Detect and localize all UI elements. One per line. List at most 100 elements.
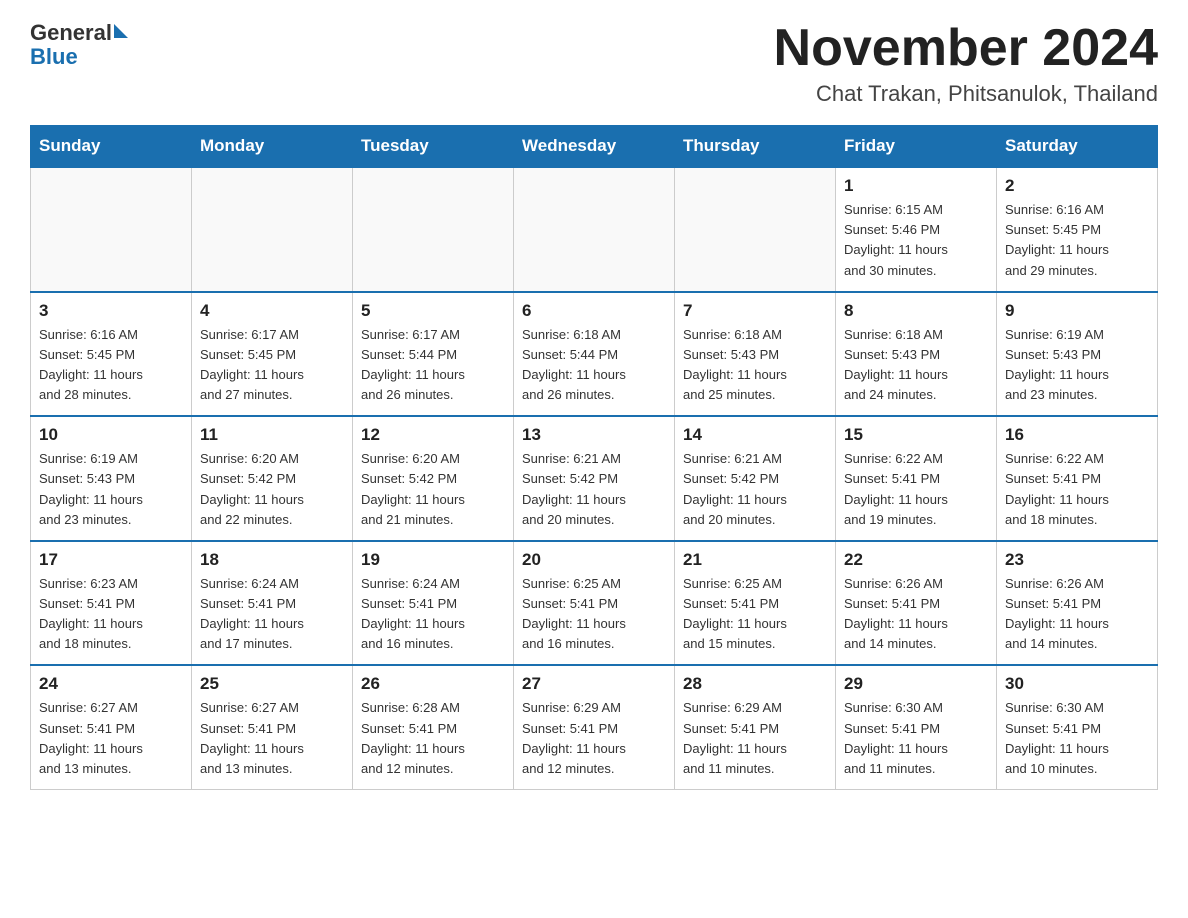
location-title: Chat Trakan, Phitsanulok, Thailand [774,81,1158,107]
day-info: Sunrise: 6:15 AM Sunset: 5:46 PM Dayligh… [844,200,988,281]
day-number: 3 [39,301,183,321]
calendar-cell: 19 Sunrise: 6:24 AM Sunset: 5:41 PM Dayli… [353,541,514,666]
day-number: 23 [1005,550,1149,570]
day-info: Sunrise: 6:16 AM Sunset: 5:45 PM Dayligh… [39,325,183,406]
day-number: 5 [361,301,505,321]
weekday-header-monday: Monday [192,126,353,168]
day-info: Sunrise: 6:21 AM Sunset: 5:42 PM Dayligh… [522,449,666,530]
day-info: Sunrise: 6:26 AM Sunset: 5:41 PM Dayligh… [844,574,988,655]
calendar-cell: 29 Sunrise: 6:30 AM Sunset: 5:41 PM Dayli… [836,665,997,789]
calendar-cell [31,167,192,292]
day-info: Sunrise: 6:24 AM Sunset: 5:41 PM Dayligh… [200,574,344,655]
day-info: Sunrise: 6:18 AM Sunset: 5:43 PM Dayligh… [683,325,827,406]
calendar-cell: 25Sunrise: 6:27 AM Sunset: 5:41 PM Dayli… [192,665,353,789]
calendar-cell: 4 Sunrise: 6:17 AM Sunset: 5:45 PM Daylig… [192,292,353,417]
calendar-cell: 20Sunrise: 6:25 AM Sunset: 5:41 PM Dayli… [514,541,675,666]
calendar-cell [192,167,353,292]
logo: General Blue [30,20,128,70]
day-number: 27 [522,674,666,694]
day-info: Sunrise: 6:17 AM Sunset: 5:45 PM Dayligh… [200,325,344,406]
calendar-cell: 6 Sunrise: 6:18 AM Sunset: 5:44 PM Daylig… [514,292,675,417]
calendar-week-row: 10 Sunrise: 6:19 AM Sunset: 5:43 PM Dayli… [31,416,1158,541]
calendar-cell: 22 Sunrise: 6:26 AM Sunset: 5:41 PM Dayli… [836,541,997,666]
calendar-cell: 9 Sunrise: 6:19 AM Sunset: 5:43 PM Daylig… [997,292,1158,417]
day-number: 19 [361,550,505,570]
calendar-cell: 23 Sunrise: 6:26 AM Sunset: 5:41 PM Dayli… [997,541,1158,666]
day-info: Sunrise: 6:19 AM Sunset: 5:43 PM Dayligh… [1005,325,1149,406]
calendar-cell: 7 Sunrise: 6:18 AM Sunset: 5:43 PM Daylig… [675,292,836,417]
day-number: 8 [844,301,988,321]
day-number: 28 [683,674,827,694]
calendar-cell: 27 Sunrise: 6:29 AM Sunset: 5:41 PM Dayli… [514,665,675,789]
calendar-cell [675,167,836,292]
day-info: Sunrise: 6:30 AM Sunset: 5:41 PM Dayligh… [844,698,988,779]
day-info: Sunrise: 6:22 AM Sunset: 5:41 PM Dayligh… [844,449,988,530]
day-info: Sunrise: 6:18 AM Sunset: 5:43 PM Dayligh… [844,325,988,406]
day-info: Sunrise: 6:18 AM Sunset: 5:44 PM Dayligh… [522,325,666,406]
logo-blue-text: Blue [30,44,128,70]
day-number: 26 [361,674,505,694]
day-info: Sunrise: 6:19 AM Sunset: 5:43 PM Dayligh… [39,449,183,530]
day-info: Sunrise: 6:24 AM Sunset: 5:41 PM Dayligh… [361,574,505,655]
day-number: 16 [1005,425,1149,445]
calendar-cell: 17 Sunrise: 6:23 AM Sunset: 5:41 PM Dayli… [31,541,192,666]
calendar-cell: 1 Sunrise: 6:15 AM Sunset: 5:46 PM Daylig… [836,167,997,292]
calendar-cell: 14 Sunrise: 6:21 AM Sunset: 5:42 PM Dayli… [675,416,836,541]
calendar-cell: 18 Sunrise: 6:24 AM Sunset: 5:41 PM Dayli… [192,541,353,666]
day-info: Sunrise: 6:21 AM Sunset: 5:42 PM Dayligh… [683,449,827,530]
day-info: Sunrise: 6:20 AM Sunset: 5:42 PM Dayligh… [361,449,505,530]
day-info: Sunrise: 6:23 AM Sunset: 5:41 PM Dayligh… [39,574,183,655]
page-header: General Blue November 2024 Chat Trakan, … [30,20,1158,107]
calendar-cell: 13 Sunrise: 6:21 AM Sunset: 5:42 PM Dayli… [514,416,675,541]
calendar-cell: 2Sunrise: 6:16 AM Sunset: 5:45 PM Daylig… [997,167,1158,292]
calendar-table: SundayMondayTuesdayWednesdayThursdayFrid… [30,125,1158,790]
calendar-cell: 16 Sunrise: 6:22 AM Sunset: 5:41 PM Dayli… [997,416,1158,541]
calendar-cell: 5 Sunrise: 6:17 AM Sunset: 5:44 PM Daylig… [353,292,514,417]
day-number: 7 [683,301,827,321]
calendar-cell [353,167,514,292]
day-info: Sunrise: 6:25 AM Sunset: 5:41 PM Dayligh… [683,574,827,655]
calendar-cell: 11Sunrise: 6:20 AM Sunset: 5:42 PM Dayli… [192,416,353,541]
weekday-header-wednesday: Wednesday [514,126,675,168]
calendar-cell: 26Sunrise: 6:28 AM Sunset: 5:41 PM Dayli… [353,665,514,789]
calendar-week-row: 17 Sunrise: 6:23 AM Sunset: 5:41 PM Dayli… [31,541,1158,666]
day-number: 1 [844,176,988,196]
calendar-cell: 12Sunrise: 6:20 AM Sunset: 5:42 PM Dayli… [353,416,514,541]
day-number: 6 [522,301,666,321]
day-number: 4 [200,301,344,321]
calendar-week-row: 24Sunrise: 6:27 AM Sunset: 5:41 PM Dayli… [31,665,1158,789]
calendar-cell: 8 Sunrise: 6:18 AM Sunset: 5:43 PM Daylig… [836,292,997,417]
day-number: 22 [844,550,988,570]
calendar-cell [514,167,675,292]
day-number: 10 [39,425,183,445]
day-number: 30 [1005,674,1149,694]
calendar-cell: 10 Sunrise: 6:19 AM Sunset: 5:43 PM Dayli… [31,416,192,541]
day-info: Sunrise: 6:29 AM Sunset: 5:41 PM Dayligh… [683,698,827,779]
day-info: Sunrise: 6:29 AM Sunset: 5:41 PM Dayligh… [522,698,666,779]
day-info: Sunrise: 6:27 AM Sunset: 5:41 PM Dayligh… [39,698,183,779]
day-info: Sunrise: 6:27 AM Sunset: 5:41 PM Dayligh… [200,698,344,779]
weekday-header-friday: Friday [836,126,997,168]
weekday-header-row: SundayMondayTuesdayWednesdayThursdayFrid… [31,126,1158,168]
day-number: 21 [683,550,827,570]
day-number: 18 [200,550,344,570]
weekday-header-thursday: Thursday [675,126,836,168]
weekday-header-sunday: Sunday [31,126,192,168]
calendar-cell: 21 Sunrise: 6:25 AM Sunset: 5:41 PM Dayli… [675,541,836,666]
day-number: 2 [1005,176,1149,196]
logo-general-text: General [30,20,112,46]
calendar-cell: 30Sunrise: 6:30 AM Sunset: 5:41 PM Dayli… [997,665,1158,789]
day-info: Sunrise: 6:17 AM Sunset: 5:44 PM Dayligh… [361,325,505,406]
calendar-cell: 24Sunrise: 6:27 AM Sunset: 5:41 PM Dayli… [31,665,192,789]
day-number: 17 [39,550,183,570]
day-info: Sunrise: 6:20 AM Sunset: 5:42 PM Dayligh… [200,449,344,530]
day-info: Sunrise: 6:26 AM Sunset: 5:41 PM Dayligh… [1005,574,1149,655]
day-info: Sunrise: 6:22 AM Sunset: 5:41 PM Dayligh… [1005,449,1149,530]
month-title: November 2024 [774,20,1158,77]
day-number: 13 [522,425,666,445]
day-number: 9 [1005,301,1149,321]
day-number: 29 [844,674,988,694]
day-number: 15 [844,425,988,445]
calendar-week-row: 3 Sunrise: 6:16 AM Sunset: 5:45 PM Daylig… [31,292,1158,417]
day-number: 14 [683,425,827,445]
